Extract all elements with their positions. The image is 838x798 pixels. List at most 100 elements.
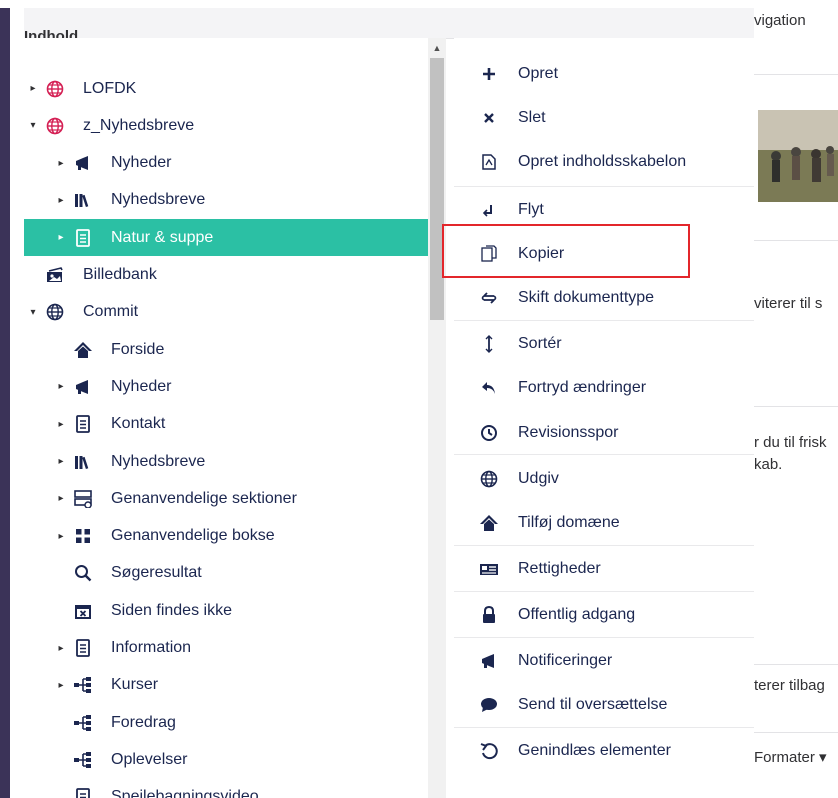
tree-item[interactable]: Forside: [24, 331, 428, 368]
tree-item[interactable]: ▸ Nyheder: [24, 368, 428, 405]
caret-right-icon[interactable]: ▸: [56, 381, 66, 392]
blueprint-icon: [478, 151, 500, 173]
caret-down-icon[interactable]: ▾: [28, 120, 38, 131]
caret-right-icon[interactable]: ▸: [56, 493, 66, 504]
caret-right-icon[interactable]: ▸: [56, 680, 66, 691]
document-icon: [73, 228, 93, 248]
tree-item-label: Søgeresultat: [111, 564, 202, 582]
tree-item-label: Information: [111, 639, 192, 656]
menu-item-label: Tilføj domæne: [518, 514, 620, 531]
menu-item-rettigheder[interactable]: Rettigheder: [454, 547, 754, 591]
menu-item-opret-indholdsskabelon[interactable]: Opret indholdsskabelon: [454, 140, 754, 184]
tree-item-label: Oplevelser: [111, 750, 188, 768]
body-text-line: terer tilbag: [754, 677, 825, 694]
caret-right-icon[interactable]: ▸: [56, 419, 66, 430]
tree-item[interactable]: ▾ z_Nyhedsbreve: [24, 107, 428, 144]
sort-icon: [478, 333, 500, 355]
tree-item[interactable]: ▸ Kontakt: [24, 406, 428, 443]
caret-right-icon[interactable]: ▸: [56, 643, 66, 654]
caret-right-icon[interactable]: ▸: [56, 531, 66, 542]
tree-item-label: Spejlebagningsvideo: [111, 788, 259, 798]
divider: [754, 732, 838, 733]
caret-right-icon[interactable]: ▸: [56, 195, 66, 206]
caret-right-icon[interactable]: ▸: [28, 83, 38, 94]
menu-item-fortryd-ændringer[interactable]: Fortryd ændringer: [454, 366, 754, 410]
tree-item[interactable]: Billedbank: [24, 257, 428, 294]
menu-item-label: Sortér: [518, 335, 562, 352]
tree-item[interactable]: Søgeresultat: [24, 555, 428, 592]
tree-item[interactable]: ▾ Commit: [24, 294, 428, 331]
tree-item-label: Nyhedsbreve: [111, 191, 206, 209]
formats-dropdown[interactable]: Formater ▾: [754, 748, 827, 766]
menu-item-label: Flyt: [518, 201, 544, 218]
menu-separator: [454, 454, 754, 455]
tree-item[interactable]: Siden findes ikke: [24, 592, 428, 629]
menu-item-skift-dokumenttype[interactable]: Skift dokumenttype: [454, 276, 754, 320]
navigation-tab-label[interactable]: vigation: [754, 12, 806, 29]
scroll-up-arrow-icon[interactable]: ▲: [428, 42, 446, 54]
menu-item-send-til-oversættelse[interactable]: Send til oversættelse: [454, 683, 754, 727]
scroll-thumb[interactable]: [430, 58, 444, 320]
tree-item[interactable]: Foredrag: [24, 704, 428, 741]
menu-item-udgiv[interactable]: Udgiv: [454, 457, 754, 501]
tree-item-label: LOFDK: [83, 79, 137, 97]
sitemap-icon: [73, 750, 93, 770]
tree-item[interactable]: ▸ LOFDK: [24, 70, 428, 107]
menu-item-label: Revisionsspor: [518, 424, 619, 441]
tree-item-label: z_Nyhedsbreve: [83, 116, 195, 134]
plus-icon: [478, 63, 500, 85]
menu-item-notificeringer[interactable]: Notificeringer: [454, 639, 754, 683]
menu-item-offentlig-adgang[interactable]: Offentlig adgang: [454, 593, 754, 637]
divider: [754, 240, 838, 241]
tree-item[interactable]: ▸ Kurser: [24, 667, 428, 704]
menu-separator: [454, 727, 754, 728]
menu-item-revisionsspor[interactable]: Revisionsspor: [454, 411, 754, 455]
body-text-line: r du til frisk: [754, 434, 827, 451]
tree-item-label: Nyhedsbreve: [111, 452, 206, 470]
menu-item-opret[interactable]: Opret: [454, 52, 754, 96]
tree-item[interactable]: ▸ Nyheder: [24, 145, 428, 182]
tree-item-label: Foredrag: [111, 713, 176, 731]
tree-scrollbar[interactable]: ▲: [428, 38, 446, 798]
menu-separator: [454, 637, 754, 638]
menu-separator: [454, 320, 754, 321]
editor-background: vigation viterer til s r du til frisk ka…: [754, 8, 838, 798]
library-icon: [73, 190, 93, 210]
tree-item[interactable]: Oplevelser: [24, 741, 428, 778]
globe-icon: [45, 79, 65, 99]
tree-item[interactable]: Spejlebagningsvideo: [24, 779, 428, 798]
caret-down-icon[interactable]: ▾: [28, 307, 38, 318]
menu-item-sort-r[interactable]: Sortér: [454, 322, 754, 366]
divider: [754, 406, 838, 407]
sitemap-icon: [73, 675, 93, 695]
body-text-line: viterer til s: [754, 295, 823, 312]
tree-item-label: Genanvendelige bokse: [111, 527, 275, 545]
tree-item-label: Siden findes ikke: [111, 601, 232, 619]
tree-item[interactable]: ▸ Genanvendelige bokse: [24, 518, 428, 555]
menu-separator: [454, 591, 754, 592]
highlight-box: [442, 224, 690, 278]
reload-icon: [478, 740, 500, 762]
divider: [754, 664, 838, 665]
globe-icon: [45, 302, 65, 322]
tree-item[interactable]: ▸ Genanvendelige sektioner: [24, 480, 428, 517]
sections-icon: [73, 489, 93, 509]
menu-item-slet[interactable]: Slet: [454, 96, 754, 140]
caret-right-icon[interactable]: ▸: [56, 232, 66, 243]
tree-title: Indhold: [24, 28, 79, 38]
swap-icon: [478, 287, 500, 309]
menu-separator: [454, 545, 754, 546]
tree-item[interactable]: ▸ Nyhedsbreve: [24, 443, 428, 480]
content-tree: ▸ LOFDK ▾ z_Nyhedsbreve ▸ Nyheder ▸ Nyhedsbreve…: [24, 38, 428, 798]
home-icon: [478, 512, 500, 534]
history-icon: [478, 422, 500, 444]
caret-right-icon[interactable]: ▸: [56, 158, 66, 169]
caret-right-icon[interactable]: ▸: [56, 456, 66, 467]
tree-item[interactable]: ▸ Natur & suppe: [24, 219, 428, 257]
menu-item-tilføj-domæne[interactable]: Tilføj domæne: [454, 501, 754, 545]
menu-item-genindlæs-elementer[interactable]: Genindlæs elementer: [454, 729, 754, 773]
tree-item[interactable]: ▸ Nyhedsbreve: [24, 182, 428, 219]
menu-item-label: Offentlig adgang: [518, 606, 636, 623]
tree-item[interactable]: ▸ Information: [24, 630, 428, 667]
menu-item-label: Genindlæs elementer: [518, 742, 671, 759]
